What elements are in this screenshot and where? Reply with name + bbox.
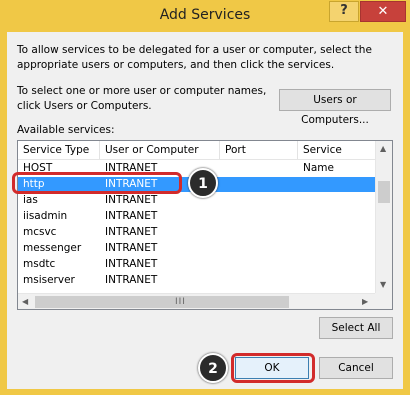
scroll-grip-icon: III [175,297,186,307]
instructions-text: To allow services to be delegated for a … [17,44,372,71]
service-type-cell: ias [23,194,38,206]
service-type-cell: messenger [23,242,82,254]
ok-button-highlight [231,353,315,383]
vertical-scrollbar[interactable]: ▲ ▼ [375,141,392,293]
column-header-service-type[interactable]: Service Type [18,141,100,159]
user-or-computer-cell: INTRANET [105,274,158,286]
column-header-user-or-computer[interactable]: User or Computer [100,141,220,159]
cancel-button[interactable]: Cancel [319,357,393,379]
select-all-button[interactable]: Select All [319,317,393,339]
service-type-cell: msdtc [23,258,56,270]
table-row[interactable]: mcsvc INTRANET [18,225,376,240]
dialog-body: To allow services to be delegated for a … [7,32,403,389]
select-users-text: To select one or more user or computer n… [17,85,267,112]
column-header-port[interactable]: Port [220,141,298,159]
scrollbar-corner [375,293,392,309]
user-or-computer-cell: INTRANET [105,226,158,238]
column-header-service-name[interactable]: Service Name [298,141,376,174]
table-row[interactable]: messenger INTRANET [18,241,376,256]
service-type-cell: mcsvc [23,226,57,238]
user-or-computer-cell: INTRANET [105,194,158,206]
scroll-right-icon[interactable]: ▶ [362,297,368,306]
users-or-computers-button[interactable]: Users or Computers... [279,89,391,126]
table-row[interactable]: iisadmin INTRANET [18,209,376,224]
user-or-computer-cell: INTRANET [105,242,158,254]
available-services-label: Available services: [17,124,115,136]
service-type-cell: iisadmin [23,210,68,222]
user-or-computer-cell: INTRANET [105,210,158,222]
scroll-left-icon[interactable]: ◀ [22,297,28,306]
http-row-highlight [12,172,182,194]
services-list[interactable]: Service Type User or Computer Port Servi… [17,140,393,310]
service-type-cell: msiserver [23,274,75,286]
horizontal-scrollbar[interactable]: ◀ III ▶ [18,293,375,309]
horizontal-scroll-thumb[interactable]: III [35,296,289,308]
add-services-dialog: Add Services ? ✕ To allow services to be… [0,0,410,395]
help-button[interactable]: ? [329,1,359,22]
table-row[interactable]: msiserver INTRANET [18,273,376,288]
step-1-badge: 1 [188,168,218,198]
header-divider [18,159,376,160]
user-or-computer-cell: INTRANET [105,258,158,270]
step-2-badge: 2 [198,353,228,383]
scroll-down-icon[interactable]: ▼ [380,280,386,289]
scroll-up-icon[interactable]: ▲ [380,144,386,153]
table-row[interactable]: msdtc INTRANET [18,257,376,272]
title-bar[interactable]: Add Services ? ✕ [0,0,410,32]
vertical-scroll-thumb[interactable] [378,181,390,203]
close-icon[interactable]: ✕ [360,1,406,22]
